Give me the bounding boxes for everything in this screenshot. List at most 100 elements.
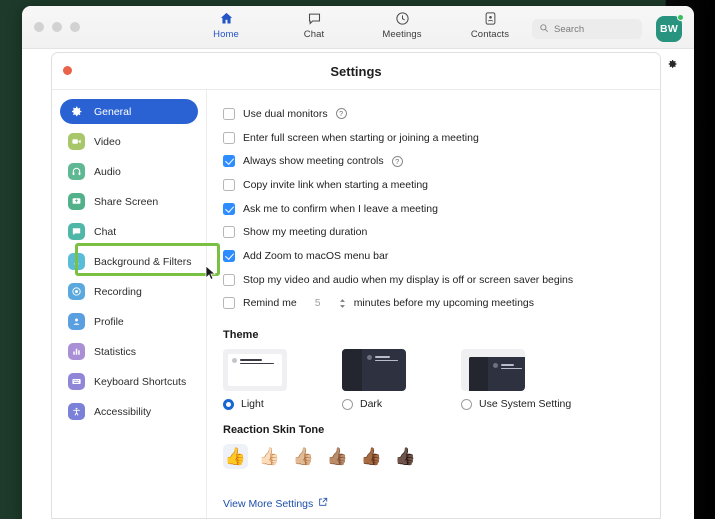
external-link-icon xyxy=(318,497,328,510)
close-icon[interactable] xyxy=(63,66,72,75)
sidebar-item-audio[interactable]: Audio xyxy=(60,159,198,184)
theme-radio-system-row[interactable]: Use System Setting xyxy=(461,398,571,410)
option-enter-full-screen[interactable]: Enter full screen when starting or joini… xyxy=(223,126,644,150)
zoom-main-window: Home Chat Meetings Contacts Search BW Se… xyxy=(22,6,694,519)
nav-item-meetings[interactable]: Meetings xyxy=(373,10,431,40)
skin-tone-options: 👍 👍🏻 👍🏼 👍🏽 👍🏾 👍🏿 xyxy=(223,444,644,470)
skin-tone-swatch-4[interactable]: 👍🏾 xyxy=(359,444,384,469)
option-label: Copy invite link when starting a meeting xyxy=(243,178,429,191)
checkbox[interactable] xyxy=(223,226,235,239)
nav-item-chat[interactable]: Chat xyxy=(285,10,343,40)
skin-tone-swatch-3[interactable]: 👍🏽 xyxy=(325,444,350,469)
remind-minutes-stepper[interactable]: 5 xyxy=(305,298,331,309)
option-label: Use dual monitors xyxy=(243,107,328,120)
theme-radio-dark-row[interactable]: Dark xyxy=(342,398,406,410)
gear-icon[interactable] xyxy=(666,57,678,75)
checkbox[interactable] xyxy=(223,107,235,120)
search-input[interactable]: Search xyxy=(532,19,642,39)
checkbox[interactable] xyxy=(223,273,235,286)
theme-label-system: Use System Setting xyxy=(479,398,572,411)
checkbox[interactable] xyxy=(223,131,235,144)
settings-body: General Video Audio Share Screen Chat Ba… xyxy=(52,90,660,518)
option-label: Enter full screen when starting or joini… xyxy=(243,131,479,144)
theme-option-system[interactable]: Use System Setting xyxy=(461,349,571,410)
sidebar-label-share-audio: Audio xyxy=(94,165,121,178)
keyboard-icon xyxy=(68,373,85,390)
clock-icon xyxy=(395,10,410,27)
sidebar-item-share-screen[interactable]: Share Screen xyxy=(60,189,198,214)
nav-label-home: Home xyxy=(213,29,239,40)
chat-bubble-icon xyxy=(68,223,85,240)
sidebar-item-profile[interactable]: Profile xyxy=(60,309,198,334)
sidebar-item-general[interactable]: General xyxy=(60,99,198,124)
option-label: Stop my video and audio when my display … xyxy=(243,273,574,286)
theme-thumbnail-light[interactable] xyxy=(223,349,287,392)
sidebar-label-video: Video xyxy=(94,135,121,148)
sidebar-item-recording[interactable]: Recording xyxy=(60,279,198,304)
sidebar-item-statistics[interactable]: Statistics xyxy=(60,339,198,364)
option-remind-me[interactable]: Remind me 5 minutes before my upcoming m… xyxy=(223,292,644,316)
checkbox[interactable] xyxy=(223,178,235,191)
option-label: Always show meeting controls xyxy=(243,155,384,168)
theme-option-light[interactable]: Light xyxy=(223,349,287,410)
sidebar-item-keyboard-shortcuts[interactable]: Keyboard Shortcuts xyxy=(60,369,198,394)
nav-label-chat: Chat xyxy=(303,29,325,40)
sidebar-item-background-filters[interactable]: Background & Filters xyxy=(60,249,198,274)
chat-bubble-icon xyxy=(307,10,322,27)
option-show-meeting-duration[interactable]: Show my meeting duration xyxy=(223,220,644,244)
nav-label-contacts: Contacts xyxy=(470,29,510,40)
home-icon xyxy=(219,10,234,27)
checkbox[interactable] xyxy=(223,202,235,215)
skin-tone-swatch-2[interactable]: 👍🏼 xyxy=(291,444,316,469)
search-placeholder: Search xyxy=(554,23,585,35)
theme-options: Light Dark Use System Setting xyxy=(223,349,644,410)
settings-dialog: Settings General Video Audio Share Scree… xyxy=(51,52,661,519)
sidebar-label-background-filters: Background & Filters xyxy=(94,255,192,268)
accessibility-icon xyxy=(68,403,85,420)
option-copy-invite-link[interactable]: Copy invite link when starting a meeting xyxy=(223,173,644,197)
checkbox[interactable] xyxy=(223,155,235,168)
checkbox[interactable] xyxy=(223,297,235,310)
skin-tone-swatch-1[interactable]: 👍🏻 xyxy=(257,444,282,469)
help-icon[interactable]: ? xyxy=(335,108,347,120)
view-more-settings-link[interactable]: View More Settings xyxy=(223,497,328,510)
sidebar-item-accessibility[interactable]: Accessibility xyxy=(60,399,198,424)
sidebar-item-chat[interactable]: Chat xyxy=(60,219,198,244)
skin-tone-swatch-0[interactable]: 👍 xyxy=(223,444,248,470)
option-add-zoom-menu-bar[interactable]: Add Zoom to macOS menu bar xyxy=(223,244,644,268)
skin-tone-section-title: Reaction Skin Tone xyxy=(223,424,325,437)
settings-header: Settings xyxy=(52,53,660,90)
gear-icon xyxy=(68,103,85,120)
settings-content: Use dual monitors ? Enter full screen wh… xyxy=(207,90,660,518)
contact-card-icon xyxy=(483,10,498,27)
help-icon[interactable]: ? xyxy=(391,155,403,167)
nav-label-meetings: Meetings xyxy=(382,29,422,40)
stepper-arrows-icon[interactable] xyxy=(339,298,346,309)
theme-option-dark[interactable]: Dark xyxy=(342,349,406,410)
avatar-initials: BW xyxy=(659,23,679,35)
person-frame-icon xyxy=(68,253,85,270)
radio-dark[interactable] xyxy=(342,398,353,410)
radio-use-system-setting[interactable] xyxy=(461,398,472,410)
theme-radio-light-row[interactable]: Light xyxy=(223,398,287,410)
option-always-show-meeting-controls[interactable]: Always show meeting controls ? xyxy=(223,149,644,173)
settings-sidebar: General Video Audio Share Screen Chat Ba… xyxy=(52,90,207,518)
checkbox[interactable] xyxy=(223,249,235,262)
option-stop-video-audio-display-off[interactable]: Stop my video and audio when my display … xyxy=(223,268,644,292)
option-use-dual-monitors[interactable]: Use dual monitors ? xyxy=(223,102,644,126)
nav-item-home[interactable]: Home xyxy=(197,10,255,40)
skin-tone-swatch-5[interactable]: 👍🏿 xyxy=(393,444,418,469)
sidebar-label-general: General xyxy=(94,105,132,118)
sidebar-item-video[interactable]: Video xyxy=(60,129,198,154)
radio-light[interactable] xyxy=(223,398,234,410)
record-circle-icon xyxy=(68,283,85,300)
theme-thumbnail-dark[interactable] xyxy=(342,349,406,392)
bar-chart-icon xyxy=(68,343,85,360)
option-ask-confirm-leave[interactable]: Ask me to confirm when I leave a meeting xyxy=(223,197,644,221)
search-icon xyxy=(539,20,549,38)
sidebar-label-statistics: Statistics xyxy=(94,345,137,358)
theme-thumbnail-system[interactable] xyxy=(461,349,525,392)
sidebar-label-accessibility: Accessibility xyxy=(94,405,152,418)
window-titlebar: Home Chat Meetings Contacts Search BW xyxy=(22,6,694,49)
nav-item-contacts[interactable]: Contacts xyxy=(461,10,519,40)
